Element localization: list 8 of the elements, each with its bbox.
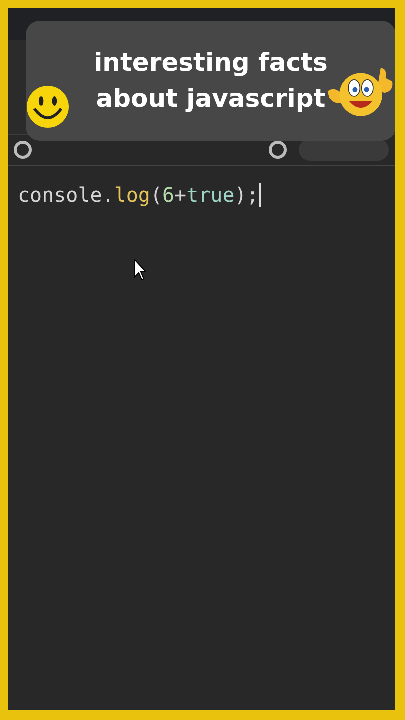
caption-line: about javascript [96,83,326,115]
text-cursor [258,183,261,207]
mouse-pointer-icon [134,259,148,281]
circle-icon[interactable] [14,141,32,159]
smiley-icon [26,85,70,129]
caption-line: interesting facts [94,47,328,79]
code-line: console.log(6+true); [18,182,259,208]
filter-field[interactable] [299,139,389,161]
